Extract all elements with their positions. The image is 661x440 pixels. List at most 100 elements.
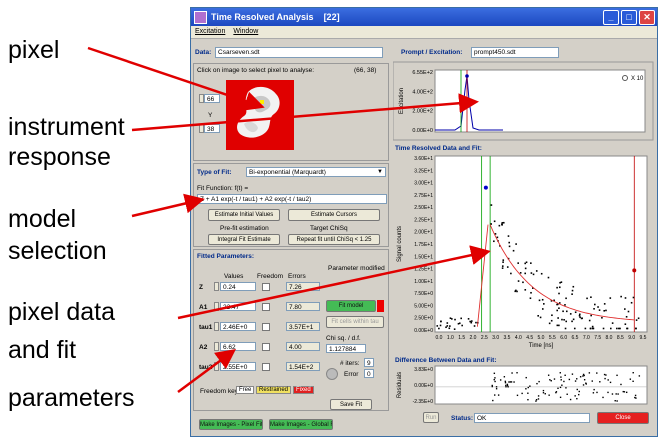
param-value[interactable]: 2.55E+0 <box>220 362 256 371</box>
param-error: 4.00 <box>286 342 320 351</box>
prompt-file-field[interactable]: prompt450.sdt <box>471 47 559 58</box>
param-freedom-checkbox[interactable] <box>262 323 270 331</box>
close-button[interactable]: Close <box>597 412 649 424</box>
pixel-image[interactable] <box>226 80 294 150</box>
maximize-icon[interactable]: □ <box>621 9 637 25</box>
data-point <box>625 315 628 318</box>
residual-point <box>632 380 634 383</box>
data-point <box>609 297 612 299</box>
target-chisq-select[interactable]: Repeat fit until ChiSq < 1.25 <box>288 234 380 245</box>
decay-xtick: 7.5 <box>594 335 601 341</box>
data-point <box>632 296 635 299</box>
data-point <box>457 322 460 325</box>
decay-ytick: 3.00E+1 <box>414 181 433 187</box>
decay-ytick: 5.00E+0 <box>414 303 433 309</box>
param-value[interactable]: 22.47 <box>220 302 256 311</box>
residual-point <box>574 380 577 382</box>
fit-cells-button[interactable]: Fit cells within tau <box>326 316 384 328</box>
residual-point <box>578 390 580 393</box>
make-images-pixel-fits-button[interactable]: Make Images - Pixel Fits <box>199 419 263 430</box>
fit-type-panel: Type of Fit: Bi-exponential (Marquardt) … <box>193 163 389 247</box>
y-input[interactable]: 38 <box>204 124 220 133</box>
param-value[interactable]: 0.24 <box>220 282 256 291</box>
residual-point <box>616 374 618 377</box>
data-point <box>556 286 558 289</box>
app-icon <box>194 10 207 24</box>
param-spinner-icon[interactable] <box>214 362 219 371</box>
residual-point <box>492 399 494 402</box>
param-error: 3.57E+1 <box>286 322 320 331</box>
data-point <box>496 236 499 239</box>
data-label: Data: <box>195 49 212 56</box>
data-point <box>501 223 503 226</box>
residual-point <box>493 378 495 381</box>
minimize-icon[interactable]: _ <box>603 9 619 25</box>
residual-point <box>527 398 529 401</box>
decay-xtick: 9.0 <box>628 335 635 341</box>
residual-point <box>537 395 540 397</box>
residual-point <box>609 381 612 384</box>
data-point <box>594 303 596 306</box>
estimate-initial-values-button[interactable]: Estimate Initial Values <box>208 209 280 221</box>
data-point <box>512 249 515 252</box>
data-point <box>588 319 591 322</box>
close-icon[interactable]: ✕ <box>639 9 655 25</box>
data-point <box>538 299 541 302</box>
param-freedom-checkbox[interactable] <box>262 303 270 311</box>
residual-point <box>542 392 545 394</box>
col-errors: Errors <box>288 273 306 280</box>
prefit-select[interactable]: Integral Fit Estimate <box>208 234 280 245</box>
estimate-cursors-button[interactable]: Estimate Cursors <box>288 209 380 221</box>
data-point <box>530 291 532 294</box>
data-point <box>598 309 601 311</box>
fit-model-button[interactable]: Fit model <box>326 300 376 312</box>
iters-label: # iters: <box>340 360 360 367</box>
param-freedom-checkbox[interactable] <box>262 283 270 291</box>
data-point <box>556 303 558 306</box>
residual-point <box>564 374 566 377</box>
data-point <box>562 310 564 313</box>
decay-ytick: 1.25E+1 <box>414 267 433 273</box>
decay-ytick: 2.25E+1 <box>414 217 433 223</box>
data-point <box>514 290 517 293</box>
residual-point <box>604 377 606 380</box>
residual-point <box>557 387 559 390</box>
fit-type-label: Type of Fit: <box>197 169 232 176</box>
menu-window[interactable]: Window <box>233 26 258 38</box>
param-value[interactable]: 2.46E+0 <box>220 322 256 331</box>
data-point <box>637 317 640 320</box>
residual-point <box>607 379 609 381</box>
run-button[interactable]: Run <box>423 412 439 423</box>
decay-xtick: 3.5 <box>504 335 511 341</box>
data-point <box>501 222 504 224</box>
data-point <box>558 324 560 327</box>
residual-point <box>494 394 496 396</box>
param-spinner-icon[interactable] <box>214 282 219 291</box>
chevron-down-icon[interactable]: ▼ <box>377 169 383 175</box>
param-value[interactable]: 6.62 <box>220 342 256 351</box>
data-point <box>438 327 440 330</box>
decay-end-marker <box>632 268 637 273</box>
image-panel: Click on image to select pixel to analys… <box>193 63 389 161</box>
decay-xtick: 2.5 <box>481 335 488 341</box>
param-freedom-checkbox[interactable] <box>262 343 270 351</box>
excitation-ytick: 6.55E+2 <box>412 70 433 76</box>
data-file-field[interactable]: Csarseven.sdt <box>215 47 383 58</box>
residual-point <box>563 380 565 383</box>
save-fit-button[interactable]: Save Fit <box>330 399 372 410</box>
data-point <box>624 323 627 326</box>
fit-type-select[interactable]: Bi-exponential (Marquardt) <box>246 167 386 177</box>
param-freedom-checkbox[interactable] <box>262 363 270 371</box>
callout-and-fit: and fit <box>8 336 77 364</box>
residual-point <box>529 385 531 387</box>
col-values: Values <box>224 273 244 280</box>
x-input[interactable]: 66 <box>204 94 220 103</box>
make-images-global-fit-button[interactable]: Make Images - Global Fit <box>269 419 333 430</box>
menu-excitation[interactable]: Excitation <box>195 26 225 38</box>
param-spinner-icon[interactable] <box>214 302 219 311</box>
residual-point <box>494 377 496 379</box>
param-spinner-icon[interactable] <box>214 342 219 351</box>
residual-point <box>508 381 510 383</box>
param-spinner-icon[interactable] <box>214 322 219 331</box>
data-point <box>490 223 492 225</box>
